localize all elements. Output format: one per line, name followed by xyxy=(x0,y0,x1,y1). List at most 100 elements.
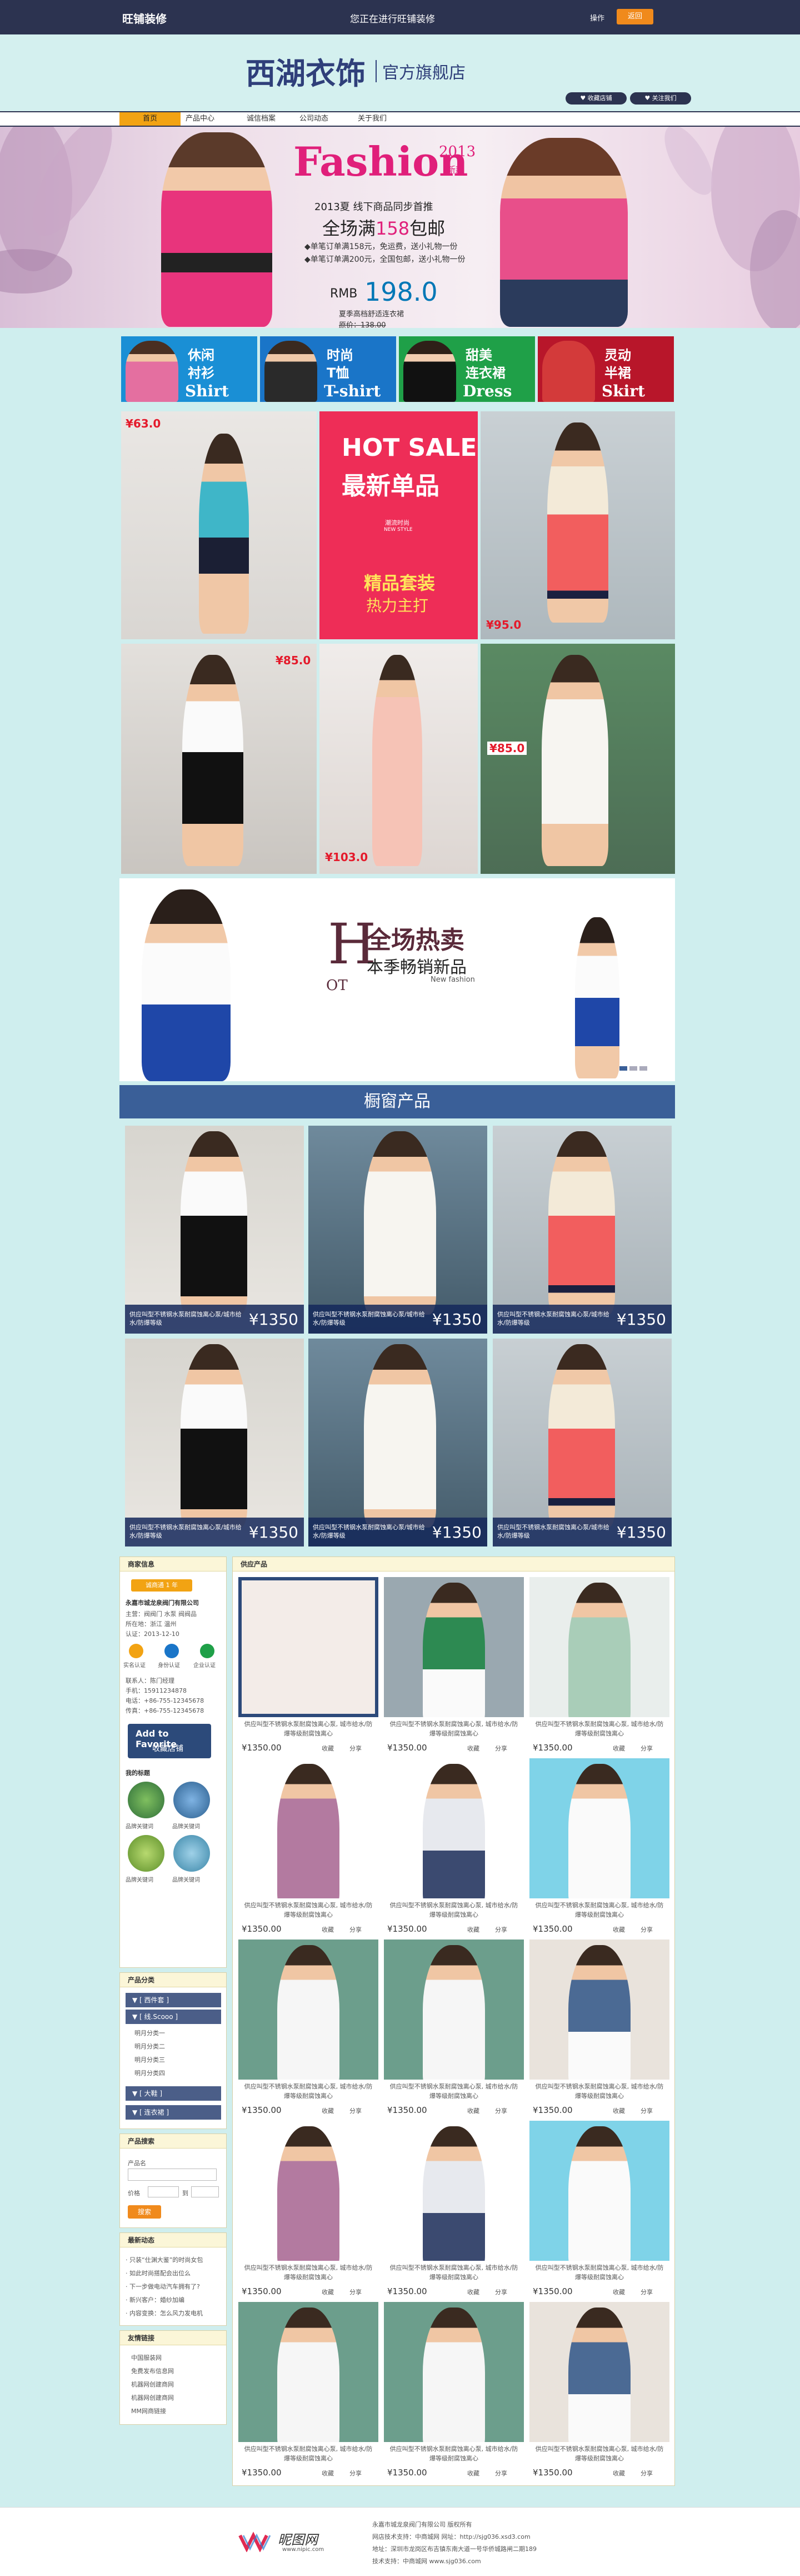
tag-label[interactable]: 品牌关键词 xyxy=(126,1822,153,1830)
product-collect-link[interactable]: 收藏 xyxy=(467,1744,479,1753)
news-item[interactable]: · 内容变换：怎么风力发电机 xyxy=(126,2309,203,2318)
product-image[interactable] xyxy=(238,2302,378,2442)
slide-dot-1[interactable] xyxy=(619,1066,627,1071)
product-card[interactable]: 供应叫型不锈钢水泵耐腐蚀离心泵, 城市给水/防爆等级耐腐蚀离心 ¥1350.00 收… xyxy=(238,2121,378,2300)
product-image[interactable] xyxy=(384,1940,524,2080)
product-image[interactable] xyxy=(384,2121,524,2261)
product-collect-link[interactable]: 收藏 xyxy=(322,2287,334,2296)
product-collect-link[interactable]: 收藏 xyxy=(613,2106,625,2115)
photo-black-skirt[interactable]: ¥85.0 xyxy=(121,644,317,874)
product-image[interactable] xyxy=(529,1758,669,1898)
friend-link[interactable]: 机器网创建商网 xyxy=(131,2393,174,2402)
product-image[interactable] xyxy=(384,1577,524,1717)
hot-sale-tile[interactable]: HOT SALE 最新单品 潮流时尚 NEW STYLE 精品套装 热力主打 xyxy=(319,411,478,639)
nav-credit[interactable]: 诚信档案 xyxy=(231,112,292,126)
add-favorite-button[interactable]: Add to Favorite 收藏店铺 xyxy=(128,1724,211,1758)
product-image[interactable] xyxy=(238,1577,378,1717)
product-card[interactable]: 供应叫型不锈钢水泵耐腐蚀离心泵, 城市给水/防爆等级耐腐蚀离心 ¥1350.00 收… xyxy=(384,1577,524,1756)
product-collect-link[interactable]: 收藏 xyxy=(613,1925,625,1934)
product-desc[interactable]: 供应叫型不锈钢水泵耐腐蚀离心泵, 城市给水/防爆等级耐腐蚀离心 xyxy=(533,2444,666,2464)
product-share-link[interactable]: 分享 xyxy=(495,1925,507,1934)
news-item[interactable]: · 下一步做电动汽车拥有了? xyxy=(126,2282,200,2291)
hot-sale-banner[interactable]: H OT 全场热卖 本季畅销新品 New fashion xyxy=(119,878,675,1081)
product-desc[interactable]: 供应叫型不锈钢水泵耐腐蚀离心泵, 城市给水/防爆等级耐腐蚀离心 xyxy=(242,2263,375,2283)
product-card[interactable]: 供应叫型不锈钢水泵耐腐蚀离心泵, 城市给水/防爆等级耐腐蚀离心 ¥1350.00 收… xyxy=(384,2121,524,2300)
photo-coral-dress[interactable]: ¥95.0 xyxy=(481,411,675,639)
product-image[interactable] xyxy=(238,1940,378,2080)
product-card[interactable]: 供应叫型不锈钢水泵耐腐蚀离心泵, 城市给水/防爆等级耐腐蚀离心 ¥1350.00 收… xyxy=(529,1940,669,2119)
product-card[interactable]: 供应叫型不锈钢水泵耐腐蚀离心泵, 城市给水/防爆等级耐腐蚀离心 ¥1350.00 收… xyxy=(238,1758,378,1937)
category-sub-item[interactable]: 明月分类四 xyxy=(134,2068,165,2077)
product-desc[interactable]: 供应叫型不锈钢水泵耐腐蚀离心泵, 城市给水/防爆等级耐腐蚀离心 xyxy=(533,1901,666,1921)
tag-image-4[interactable] xyxy=(173,1835,210,1872)
product-desc[interactable]: 供应叫型不锈钢水泵耐腐蚀离心泵, 城市给水/防爆等级耐腐蚀离心 xyxy=(242,1719,375,1739)
photo-pink-dress[interactable]: ¥103.0 xyxy=(319,644,478,874)
product-card[interactable]: 供应叫型不锈钢水泵耐腐蚀离心泵, 城市给水/防爆等级耐腐蚀离心 ¥1350.00 收… xyxy=(384,1758,524,1937)
company-name[interactable]: 永嘉市城龙泉阀门有限公司 xyxy=(126,1598,199,1607)
tag-label[interactable]: 品牌关键词 xyxy=(126,1875,153,1883)
product-image[interactable] xyxy=(238,1758,378,1898)
photo-white-dress[interactable]: ¥85.0 xyxy=(481,644,675,874)
search-price-max-input[interactable] xyxy=(191,2186,219,2197)
product-collect-link[interactable]: 收藏 xyxy=(467,2469,479,2478)
slide-dot-3[interactable] xyxy=(639,1066,647,1071)
product-image[interactable] xyxy=(384,2302,524,2442)
product-card[interactable]: 供应叫型不锈钢水泵耐腐蚀离心泵, 城市给水/防爆等级耐腐蚀离心 ¥1350.00 收… xyxy=(529,2302,669,2481)
product-collect-link[interactable]: 收藏 xyxy=(322,1744,334,1753)
product-share-link[interactable]: 分享 xyxy=(495,2106,507,2115)
nav-products[interactable]: 产品中心 xyxy=(169,112,231,126)
search-price-min-input[interactable] xyxy=(148,2186,179,2197)
tag-image-3[interactable] xyxy=(128,1835,164,1872)
top-bar-login-link[interactable]: 操作 xyxy=(590,12,604,23)
product-card[interactable]: 供应叫型不锈钢水泵耐腐蚀离心泵, 城市给水/防爆等级耐腐蚀离心 ¥1350.00 收… xyxy=(384,2302,524,2481)
category-sub-item[interactable]: 明月分类一 xyxy=(134,2028,165,2037)
slide-dot-2[interactable] xyxy=(629,1066,637,1071)
product-card[interactable]: 供应叫型不锈钢水泵耐腐蚀离心泵, 城市给水/防爆等级耐腐蚀离心 ¥1350.00 收… xyxy=(529,2121,669,2300)
tag-label[interactable]: 品牌关键词 xyxy=(172,1875,200,1883)
product-collect-link[interactable]: 收藏 xyxy=(322,2469,334,2478)
product-collect-link[interactable]: 收藏 xyxy=(467,2106,479,2115)
window-product-card[interactable]: 供应叫型不锈钢水泵耐腐蚀离心泵/城市给水/防爆等级 ¥1350 xyxy=(308,1339,487,1546)
product-share-link[interactable]: 分享 xyxy=(495,2469,507,2478)
window-product-card[interactable]: 供应叫型不锈钢水泵耐腐蚀离心泵/城市给水/防爆等级 ¥1350 xyxy=(125,1126,304,1334)
product-card[interactable]: 供应叫型不锈钢水泵耐腐蚀离心泵, 城市给水/防爆等级耐腐蚀离心 ¥1350.00 收… xyxy=(529,1577,669,1756)
favorite-shop-button[interactable]: ♥ 收藏店铺 xyxy=(566,92,627,105)
product-share-link[interactable]: 分享 xyxy=(349,1744,362,1753)
product-desc[interactable]: 供应叫型不锈钢水泵耐腐蚀离心泵, 城市给水/防爆等级耐腐蚀离心 xyxy=(533,1719,666,1739)
product-image[interactable] xyxy=(529,1577,669,1717)
product-collect-link[interactable]: 收藏 xyxy=(613,2287,625,2296)
product-desc[interactable]: 供应叫型不锈钢水泵耐腐蚀离心泵, 城市给水/防爆等级耐腐蚀离心 xyxy=(533,2082,666,2102)
product-image[interactable] xyxy=(529,1940,669,2080)
product-desc[interactable]: 供应叫型不锈钢水泵耐腐蚀离心泵, 城市给水/防爆等级耐腐蚀离心 xyxy=(387,2444,521,2464)
product-share-link[interactable]: 分享 xyxy=(641,2469,653,2478)
product-share-link[interactable]: 分享 xyxy=(641,1925,653,1934)
category-skirt[interactable]: 灵动 半裙 Skirt xyxy=(538,336,674,402)
category-sub-item[interactable]: 明月分类三 xyxy=(134,2055,165,2064)
window-product-card[interactable]: 供应叫型不锈钢水泵耐腐蚀离心泵/城市给水/防爆等级 ¥1350 xyxy=(125,1339,304,1546)
product-collect-link[interactable]: 收藏 xyxy=(613,1744,625,1753)
follow-button[interactable]: ♥ 关注我们 xyxy=(630,92,691,105)
friend-link[interactable]: 免费发布信息网 xyxy=(131,2366,174,2375)
category-row[interactable]: ▼ [ 大鞋 ] xyxy=(126,2086,221,2101)
search-name-input[interactable] xyxy=(128,2169,217,2181)
nav-about[interactable]: 关于我们 xyxy=(342,112,403,126)
product-card[interactable]: 供应叫型不锈钢水泵耐腐蚀离心泵, 城市给水/防爆等级耐腐蚀离心 ¥1350.00 收… xyxy=(238,1577,378,1756)
photo-shirt-model[interactable]: ¥63.0 xyxy=(121,411,317,639)
friend-link[interactable]: 中国服装网 xyxy=(131,2353,162,2362)
product-collect-link[interactable]: 收藏 xyxy=(467,1925,479,1934)
search-button[interactable]: 搜索 xyxy=(128,2205,161,2219)
product-desc[interactable]: 供应叫型不锈钢水泵耐腐蚀离心泵, 城市给水/防爆等级耐腐蚀离心 xyxy=(533,2263,666,2283)
news-item[interactable]: · 只装“仕渊大鉴”的时尚女包 xyxy=(126,2255,203,2264)
category-dress[interactable]: 甜美 连衣裙 Dress xyxy=(399,336,535,402)
category-tshirt[interactable]: 时尚 T恤 T-shirt xyxy=(260,336,396,402)
product-share-link[interactable]: 分享 xyxy=(349,2469,362,2478)
news-item[interactable]: · 如此时尚搭配会出位么 xyxy=(126,2269,191,2277)
product-collect-link[interactable]: 收藏 xyxy=(322,1925,334,1934)
product-collect-link[interactable]: 收藏 xyxy=(322,2106,334,2115)
product-share-link[interactable]: 分享 xyxy=(495,1744,507,1753)
news-item[interactable]: · 新兴客户：婚纱加编 xyxy=(126,2295,184,2304)
friend-link[interactable]: 机器网创建商网 xyxy=(131,2380,174,2389)
product-share-link[interactable]: 分享 xyxy=(349,1925,362,1934)
product-share-link[interactable]: 分享 xyxy=(641,2287,653,2296)
product-share-link[interactable]: 分享 xyxy=(641,2106,653,2115)
